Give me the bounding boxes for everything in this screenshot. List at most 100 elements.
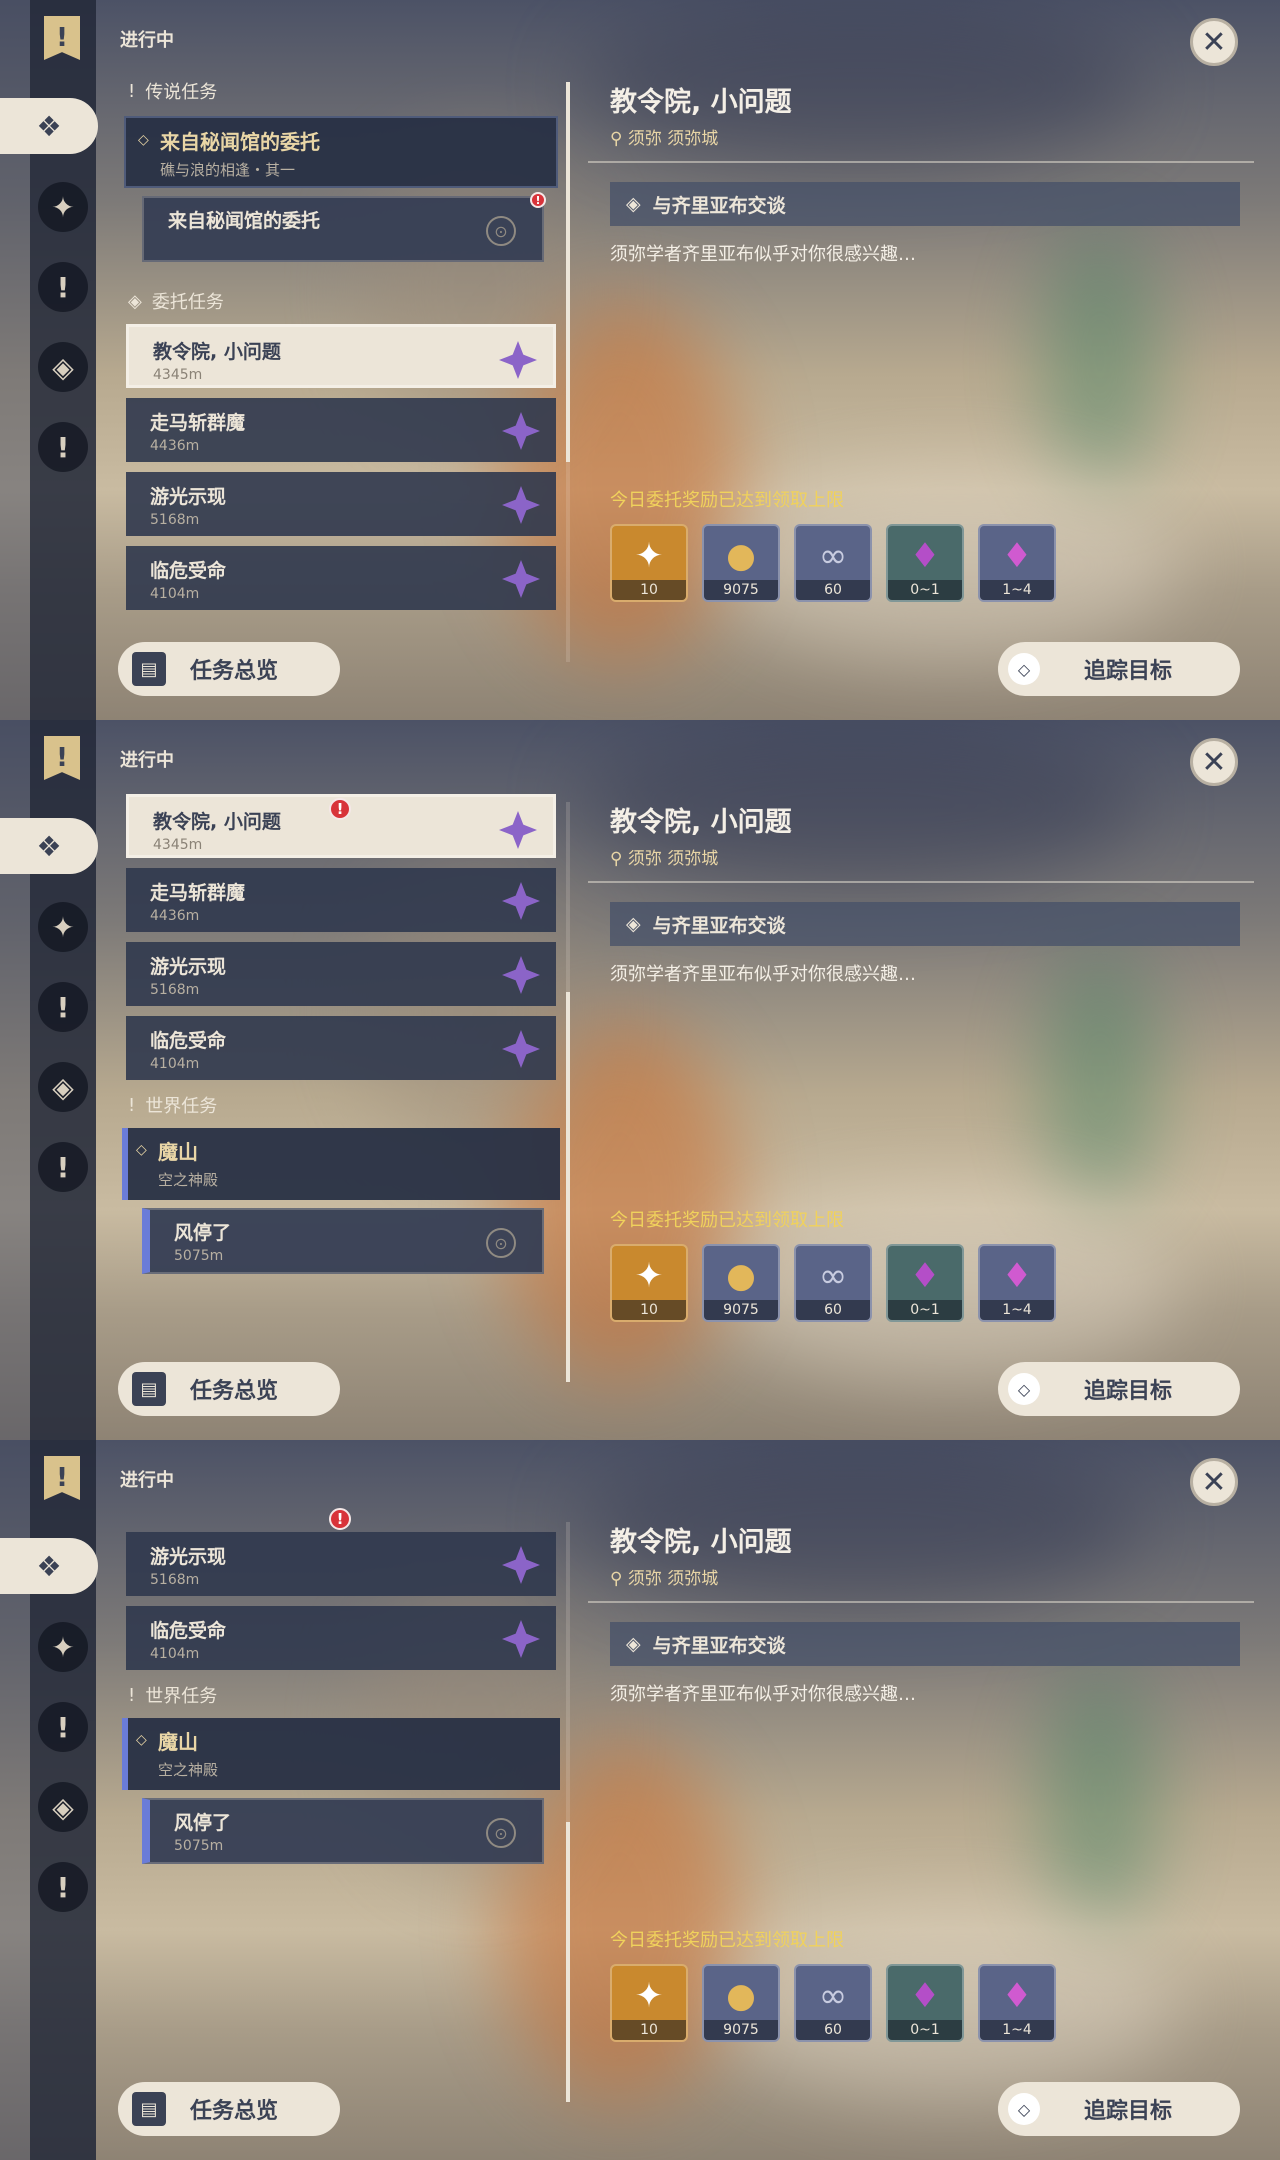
quest-screen-panel: ! ❖ ✦ ! ◈ ! 进行中 ! 传说任务 ◇ 来自秘闻馆的委托 礁与浪的相逢・… [0,0,1280,720]
section-legend: ! 传说任务 [128,80,218,104]
commission-card[interactable]: 走马斩群魔 4436m [126,868,556,932]
quest-screen-panel: ! ❖ ✦ ! ◈ ! 进行中 游光示现 5168m 临危受命 4104m ! 世… [0,1440,1280,2160]
reward-item[interactable]: ♦ 0~1 [886,524,964,602]
all-quests-icon[interactable]: ❖ [0,98,98,154]
story-quest-icon[interactable]: ! [38,982,88,1032]
reward-item[interactable]: ● 9075 [702,1964,780,2042]
close-icon[interactable]: ✕ [1190,738,1238,786]
purple-crystal-cluster-icon: ♦ [1001,536,1033,576]
purple-crystal-icon: ♦ [909,1976,941,2016]
purple-crystal-cluster-icon: ♦ [1001,1976,1033,2016]
all-quests-icon[interactable]: ❖ [0,818,98,874]
diamond-icon: ◈ [626,913,641,935]
world-quest-icon[interactable]: ! [38,1862,88,1912]
scrollbar-thumb[interactable] [566,992,570,1382]
reward-item[interactable]: ∞ 60 [794,1244,872,1322]
commission-card[interactable]: 教令院, 小问题 4345m [126,324,556,388]
track-target-button[interactable]: ◇ 追踪目标 [998,1362,1240,1416]
reward-item[interactable]: ✦ 10 [610,524,688,602]
commission-quest-icon[interactable]: ◈ [38,342,88,392]
commission-card[interactable]: 游光示现 5168m [126,472,556,536]
mora-coin-icon: ● [726,536,756,576]
quest-list-scrollbar[interactable] [566,82,570,662]
section-world: ! 世界任务 [128,1684,218,1708]
story-quest-icon[interactable]: ! [38,1702,88,1752]
world-quest-step[interactable]: 风停了 5075m ⊙ [142,1208,544,1274]
quest-overview-button[interactable]: ▤ 任务总览 [118,642,340,696]
location-pin-icon: ⚲ [610,1569,628,1589]
quest-list[interactable]: 游光示现 5168m 临危受命 4104m ! 世界任务 ◇ 魔山 空之神殿 风停… [118,1514,564,2054]
map-pin-icon[interactable]: ⊙ [486,1228,516,1258]
commission-card[interactable]: 临危受命 4104m [126,1606,556,1670]
friendship-ring-icon: ∞ [818,1976,848,2016]
reward-limit-notice: 今日委托奖励已达到领取上限 [610,1930,844,1951]
track-target-button[interactable]: ◇ 追踪目标 [998,2082,1240,2136]
archon-quest-icon[interactable]: ✦ [38,182,88,232]
reward-item[interactable]: ♦ 0~1 [886,1964,964,2042]
track-target-button[interactable]: ◇ 追踪目标 [998,642,1240,696]
commission-card[interactable]: 临危受命 4104m [126,546,556,610]
reward-item[interactable]: ● 9075 [702,1244,780,1322]
quest-objective: ◈ 与齐里亚布交谈 [610,1622,1240,1666]
exclamation-icon: ! [128,1684,136,1706]
archon-quest-icon[interactable]: ✦ [38,902,88,952]
purple-crystal-icon: ♦ [909,1256,941,1296]
quest-list-scrollbar[interactable] [566,802,570,1382]
legend-quest-step[interactable]: 来自秘闻馆的委托 ⊙ ! [142,192,546,262]
legend-quest-card[interactable]: ◇ 来自秘闻馆的委托 礁与浪的相逢・其一 [124,116,558,188]
quest-title: 教令院, 小问题 [610,87,792,118]
world-quest-icon[interactable]: ! [38,422,88,472]
location-pin-icon: ⚲ [610,849,628,869]
divider [588,881,1254,883]
diamond-icon: ◇ [136,1732,147,1748]
reward-item[interactable]: ∞ 60 [794,524,872,602]
diamond-icon: ◈ [626,1633,641,1655]
reward-item[interactable]: ∞ 60 [794,1964,872,2042]
navigation-diamond-icon: ◇ [1008,1373,1040,1405]
reward-item[interactable]: ♦ 0~1 [886,1244,964,1322]
quest-overview-button[interactable]: ▤ 任务总览 [118,2082,340,2136]
commission-card[interactable]: 走马斩群魔 4436m [126,398,556,462]
quest-objective: ◈ 与齐里亚布交谈 [610,182,1240,226]
world-quest-card[interactable]: ◇ 魔山 空之神殿 [122,1718,560,1790]
diamond-icon: ◇ [136,1142,147,1158]
reward-item[interactable]: ♦ 1~4 [978,1244,1056,1322]
commission-card[interactable]: 游光示现 5168m [126,942,556,1006]
mora-coin-icon: ● [726,1256,756,1296]
quest-overview-button[interactable]: ▤ 任务总览 [118,1362,340,1416]
navigation-diamond-icon: ◇ [1008,2093,1040,2125]
reward-item[interactable]: ✦ 10 [610,1964,688,2042]
reward-item[interactable]: ● 9075 [702,524,780,602]
quest-list-scrollbar[interactable] [566,1522,570,2102]
quest-title: 教令院, 小问题 [610,807,792,838]
close-icon[interactable]: ✕ [1190,18,1238,66]
world-quest-card[interactable]: ◇ 魔山 空之神殿 [122,1128,560,1200]
world-quest-step[interactable]: 风停了 5075m ⊙ [142,1798,544,1864]
reward-limit-notice: 今日委托奖励已达到领取上限 [610,490,844,511]
world-quest-icon[interactable]: ! [38,1142,88,1192]
close-icon[interactable]: ✕ [1190,1458,1238,1506]
divider [588,1601,1254,1603]
intertwined-fate-star-icon: ✦ [634,1256,664,1296]
reward-item[interactable]: ♦ 1~4 [978,1964,1056,2042]
map-pin-icon[interactable]: ⊙ [486,216,516,246]
quest-list[interactable]: 教令院, 小问题 4345m 走马斩群魔 4436m 游光示现 5168m 临危… [118,794,564,1334]
scrollbar-thumb[interactable] [566,1822,570,2102]
reward-item[interactable]: ✦ 10 [610,1244,688,1322]
archon-quest-icon[interactable]: ✦ [38,1622,88,1672]
all-quests-icon[interactable]: ❖ [0,1538,98,1594]
status-label: 进行中 [120,30,174,51]
quest-list[interactable]: ! 传说任务 ◇ 来自秘闻馆的委托 礁与浪的相逢・其一 来自秘闻馆的委托 ⊙ ! … [118,74,564,614]
quest-objective: ◈ 与齐里亚布交谈 [610,902,1240,946]
section-commission: ◈ 委托任务 [128,290,224,314]
status-label: 进行中 [120,1470,174,1491]
commission-card[interactable]: 临危受命 4104m [126,1016,556,1080]
commission-card[interactable]: 游光示现 5168m [126,1532,556,1596]
story-quest-icon[interactable]: ! [38,262,88,312]
commission-quest-icon[interactable]: ◈ [38,1782,88,1832]
reward-item[interactable]: ♦ 1~4 [978,524,1056,602]
map-pin-icon[interactable]: ⊙ [486,1818,516,1848]
scrollbar-thumb[interactable] [566,82,570,462]
purple-crystal-icon: ♦ [909,536,941,576]
commission-quest-icon[interactable]: ◈ [38,1062,88,1112]
